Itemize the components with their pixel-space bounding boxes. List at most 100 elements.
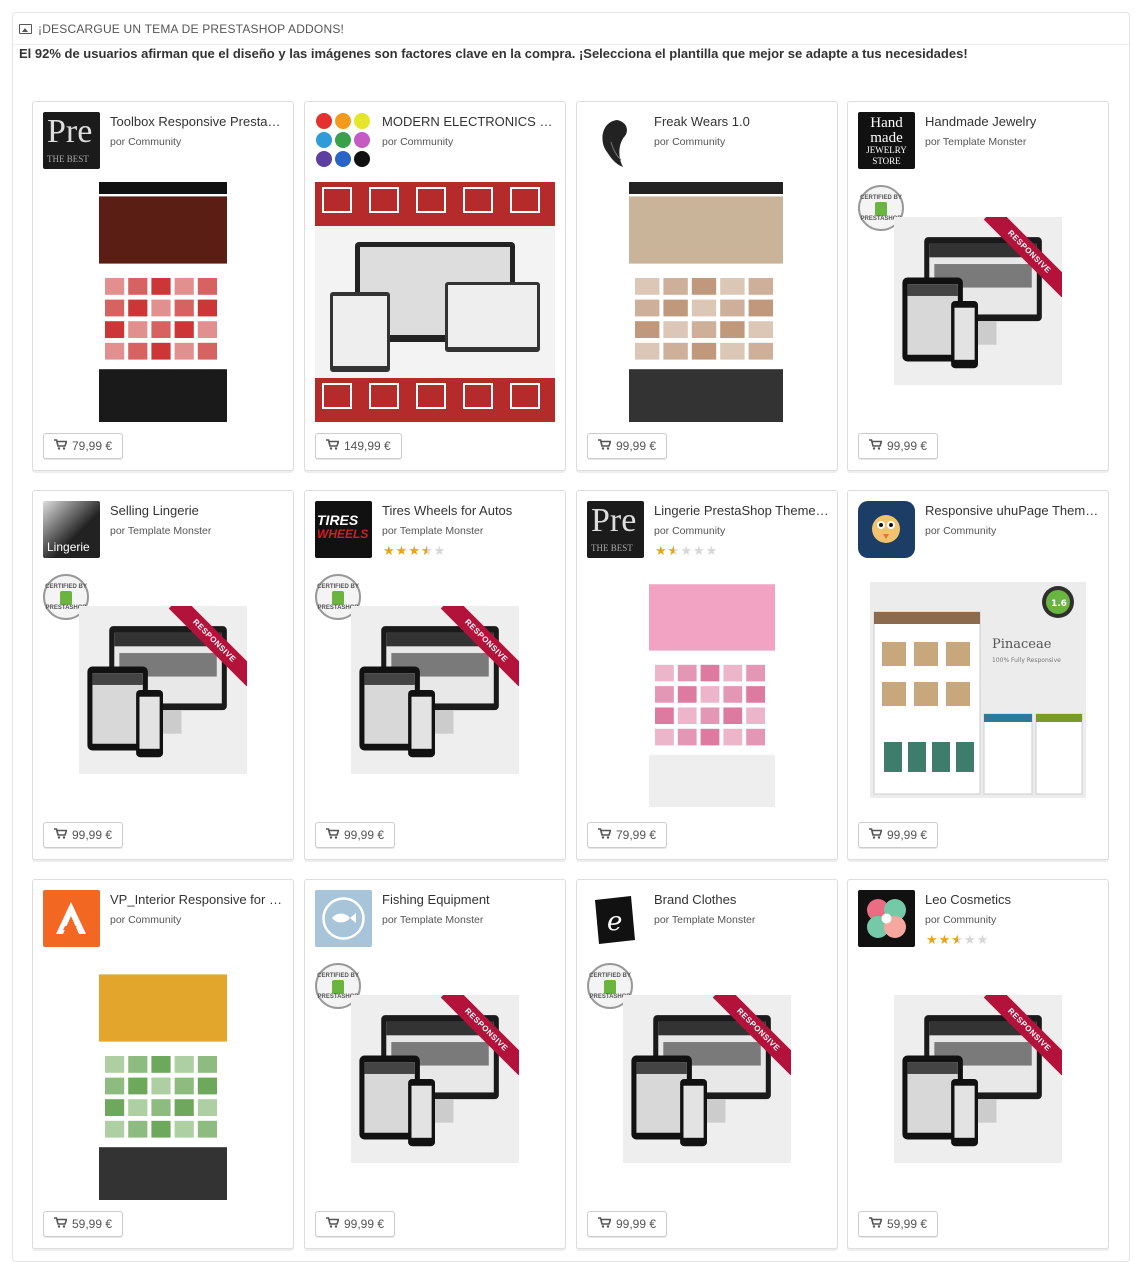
theme-screenshot[interactable]: RESPONSIVE	[894, 217, 1062, 385]
buy-button[interactable]: 59,99 €	[43, 1211, 124, 1237]
cart-icon	[54, 828, 68, 842]
theme-card[interactable]: Responsive uhuPage Theme … por Community …	[847, 490, 1109, 860]
theme-logo[interactable]	[587, 112, 644, 169]
theme-screenshot[interactable]: RESPONSIVE	[623, 995, 791, 1163]
buy-button[interactable]: 99,99 €	[315, 1211, 396, 1237]
theme-name[interactable]: Freak Wears 1.0	[654, 114, 829, 129]
price-label: 59,99 €	[72, 1217, 113, 1231]
theme-author: por Community	[925, 914, 997, 926]
theme-author: por Community	[110, 914, 182, 926]
theme-author: por Template Monster	[382, 914, 484, 926]
theme-card[interactable]: Freak Wears 1.0 por Community 99,99 €	[576, 101, 838, 471]
price-label: 59,99 €	[887, 1217, 928, 1231]
theme-name[interactable]: Handmade Jewelry	[925, 114, 1100, 129]
star-empty-icon: ★	[692, 543, 706, 558]
theme-logo[interactable]: Pre THE BEST	[43, 112, 100, 169]
theme-logo[interactable]	[858, 501, 915, 558]
theme-card[interactable]: VP_Interior Responsive for Pr… por Commun…	[32, 879, 294, 1249]
theme-logo[interactable]: Hand made JEWELRY STORE	[858, 112, 915, 169]
star-full-icon: ★	[926, 932, 939, 947]
theme-name[interactable]: Leo Cosmetics	[925, 892, 1100, 907]
star-empty-icon: ★	[705, 543, 719, 558]
theme-name[interactable]: Responsive uhuPage Theme …	[925, 503, 1100, 518]
theme-name[interactable]: MODERN ELECTRONICS v1.6	[382, 114, 557, 129]
theme-logo[interactable]	[858, 890, 915, 947]
theme-author: por Template Monster	[654, 914, 756, 926]
theme-screenshot[interactable]: RESPONSIVE	[79, 606, 247, 774]
theme-author: por Community	[654, 525, 726, 537]
star-full-icon: ★	[408, 543, 421, 558]
rating-stars: ★★★★★★	[383, 543, 446, 559]
theme-author: por Community	[382, 136, 454, 148]
cart-icon	[869, 1217, 883, 1231]
star-half-icon: ★★	[420, 543, 434, 558]
theme-screenshot[interactable]: RESPONSIVE	[351, 606, 519, 774]
theme-card[interactable]: Hand made JEWELRY STORE Handmade Jewelry por …	[847, 101, 1109, 471]
theme-screenshot[interactable]	[315, 182, 555, 422]
theme-author: por Template Monster	[110, 525, 212, 537]
theme-card[interactable]: Leo Cosmeticspor Community★★★★★★ RESPONS…	[847, 879, 1109, 1249]
svg-text:1.6: 1.6	[1051, 599, 1067, 609]
price-label: 99,99 €	[344, 828, 385, 842]
theme-screenshot[interactable]	[99, 182, 227, 422]
star-full-icon: ★	[395, 543, 409, 558]
theme-logo[interactable]: Pre THE BEST	[587, 501, 644, 558]
theme-card[interactable]: TIRES WHEELS Tires Wheels for Autos por Tem…	[304, 490, 566, 860]
buy-button[interactable]: 99,99 €	[858, 433, 939, 459]
theme-author: por Community	[654, 136, 726, 148]
price-label: 79,99 €	[616, 828, 657, 842]
svg-text:100% Fully Responsive: 100% Fully Responsive	[992, 657, 1061, 664]
theme-screenshot[interactable]	[649, 570, 775, 807]
theme-screenshot[interactable]: RESPONSIVE	[351, 995, 519, 1163]
cart-icon	[598, 828, 612, 842]
buy-button[interactable]: 99,99 €	[587, 433, 668, 459]
theme-name[interactable]: Fishing Equipment	[382, 892, 557, 907]
buy-button[interactable]: 99,99 €	[315, 822, 396, 848]
price-label: 99,99 €	[72, 828, 113, 842]
theme-name[interactable]: Tires Wheels for Autos	[382, 503, 557, 518]
star-empty-icon: ★	[976, 932, 990, 947]
theme-card[interactable]: Lingerie Selling Lingerie por Template Mon…	[32, 490, 294, 860]
buy-button[interactable]: 99,99 €	[43, 822, 124, 848]
buy-button[interactable]: 79,99 €	[587, 822, 668, 848]
theme-logo[interactable]: e	[587, 890, 644, 947]
theme-name[interactable]: Brand Clothes	[654, 892, 829, 907]
theme-screenshot[interactable]: Pinaceae 100% Fully Responsive 1.6	[870, 582, 1086, 798]
theme-name[interactable]: Selling Lingerie	[110, 503, 285, 518]
theme-logo[interactable]: Lingerie	[43, 501, 100, 558]
theme-author: por Template Monster	[925, 136, 1027, 148]
theme-logo[interactable]: TIRES WHEELS	[315, 501, 372, 558]
price-label: 149,99 €	[344, 439, 391, 453]
cart-icon	[869, 828, 883, 842]
theme-logo[interactable]	[315, 112, 372, 169]
theme-logo[interactable]	[43, 890, 100, 947]
theme-card[interactable]: Fishing Equipment por Template Monster CER…	[304, 879, 566, 1249]
theme-card[interactable]: MODERN ELECTRONICS v1.6 por Community 149…	[304, 101, 566, 471]
theme-logo[interactable]	[315, 890, 372, 947]
buy-button[interactable]: 59,99 €	[858, 1211, 939, 1237]
theme-name[interactable]: VP_Interior Responsive for Pr…	[110, 892, 285, 907]
star-half-icon: ★★	[951, 932, 964, 947]
theme-screenshot[interactable]	[629, 182, 783, 422]
buy-button[interactable]: 99,99 €	[587, 1211, 668, 1237]
price-label: 99,99 €	[344, 1217, 385, 1231]
panel-heading: ¡DESCARGUE UN TEMA DE PRESTASHOP ADDONS!	[13, 13, 1129, 45]
buy-button[interactable]: 79,99 €	[43, 433, 124, 459]
theme-card[interactable]: e Brand Clothes por Template Monster CERTIF…	[576, 879, 838, 1249]
theme-card[interactable]: Pre THE BEST Lingerie PrestaShop Theme - ……	[576, 490, 838, 860]
theme-screenshot[interactable]	[99, 960, 227, 1200]
cart-icon	[598, 439, 612, 453]
theme-author: por Community	[110, 136, 182, 148]
cart-icon	[326, 828, 340, 842]
price-label: 99,99 €	[616, 1217, 657, 1231]
theme-screenshot[interactable]: RESPONSIVE	[894, 995, 1062, 1163]
theme-card[interactable]: Pre THE BEST Toolbox Responsive PrestaSh… p…	[32, 101, 294, 471]
buy-button[interactable]: 99,99 €	[858, 822, 939, 848]
price-label: 99,99 €	[887, 828, 928, 842]
cart-icon	[869, 439, 883, 453]
rating-stars: ★★★★★★	[655, 543, 718, 559]
theme-name[interactable]: Toolbox Responsive PrestaSh…	[110, 114, 285, 129]
theme-name[interactable]: Lingerie PrestaShop Theme - …	[654, 503, 829, 518]
star-full-icon: ★	[383, 543, 396, 558]
buy-button[interactable]: 149,99 €	[315, 433, 402, 459]
